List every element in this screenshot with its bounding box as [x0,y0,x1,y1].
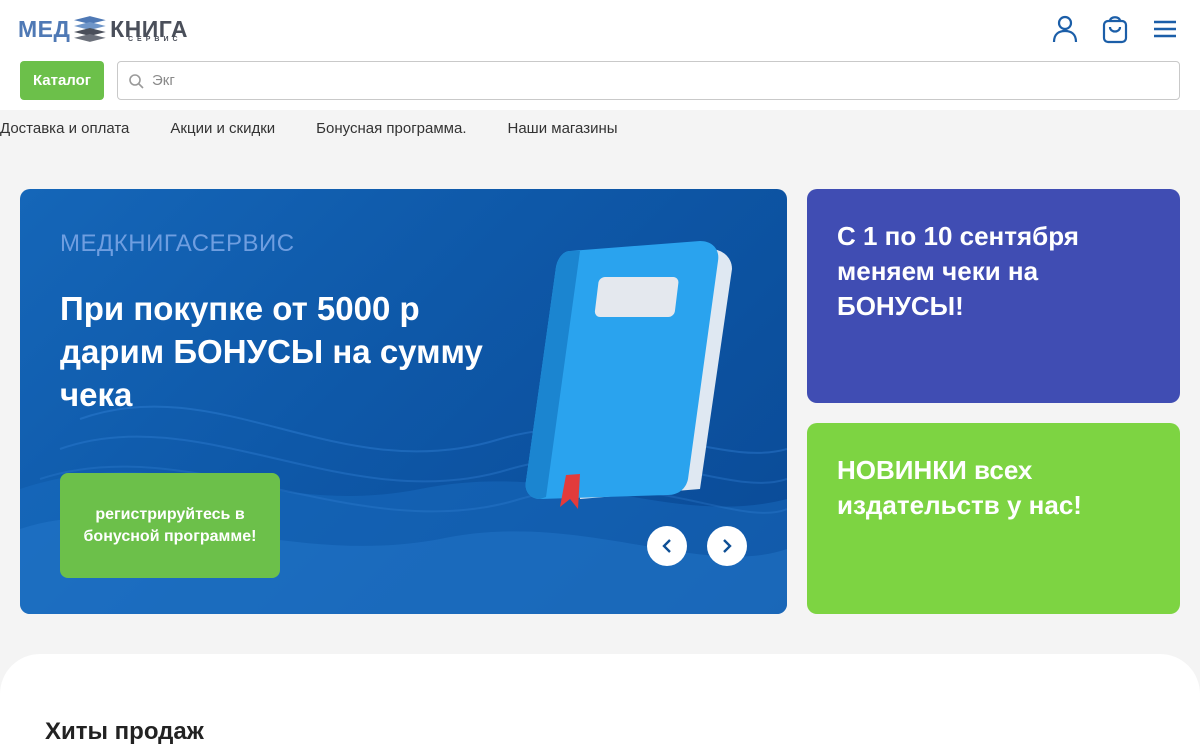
promo-card-new-text: НОВИНКИ всех издательств у нас! [837,455,1082,520]
logo-subtext: СЕРВИС [128,36,182,43]
nav-bonus-program[interactable]: Бонусная программа. [316,120,466,140]
header: МЕД КНИГА СЕРВИС Каталог [0,0,1200,110]
logo-text-med: МЕД [18,15,71,42]
register-bonus-button[interactable]: регистрируйтесь в бонусной программе! [60,473,280,578]
book-illustration-icon [525,241,732,509]
promo-banner[interactable]: МЕДКНИГАСЕРВИС При покупке от 5000 р дар… [20,189,787,614]
chevron-right-icon [723,539,732,553]
cart-icon[interactable] [1100,12,1130,46]
main-nav: Доставка и оплата Акции и скидки Бонусна… [0,120,618,140]
banner-title: При покупке от 5000 р дарим БОНУСЫ на су… [60,290,483,413]
search-icon [129,74,144,89]
banner-prev-button[interactable] [647,526,687,566]
chevron-left-icon [662,539,671,553]
promo-card-new-arrivals[interactable]: НОВИНКИ всех издательств у нас! [807,423,1180,614]
nav-delivery[interactable]: Доставка и оплата [0,120,129,140]
nav-promotions[interactable]: Акции и скидки [170,120,275,140]
menu-icon[interactable] [1150,12,1180,46]
promo-card-bonus-exchange[interactable]: С 1 по 10 сентября меняем чеки на БОНУСЫ… [807,189,1180,403]
logo-book-icon [74,16,107,42]
promo-card-bonus-text: С 1 по 10 сентября меняем чеки на БОНУСЫ… [837,221,1079,321]
search-bar [117,61,1180,100]
logo[interactable]: МЕД КНИГА СЕРВИС [18,10,188,48]
hits-title: Хиты продаж [45,718,204,745]
nav-stores[interactable]: Наши магазины [508,120,618,140]
catalog-button[interactable]: Каталог [20,61,104,100]
user-icon[interactable] [1050,12,1080,46]
banner-brand: МЕДКНИГАСЕРВИС [60,230,295,257]
banner-next-button[interactable] [707,526,747,566]
search-input[interactable] [152,62,1172,99]
